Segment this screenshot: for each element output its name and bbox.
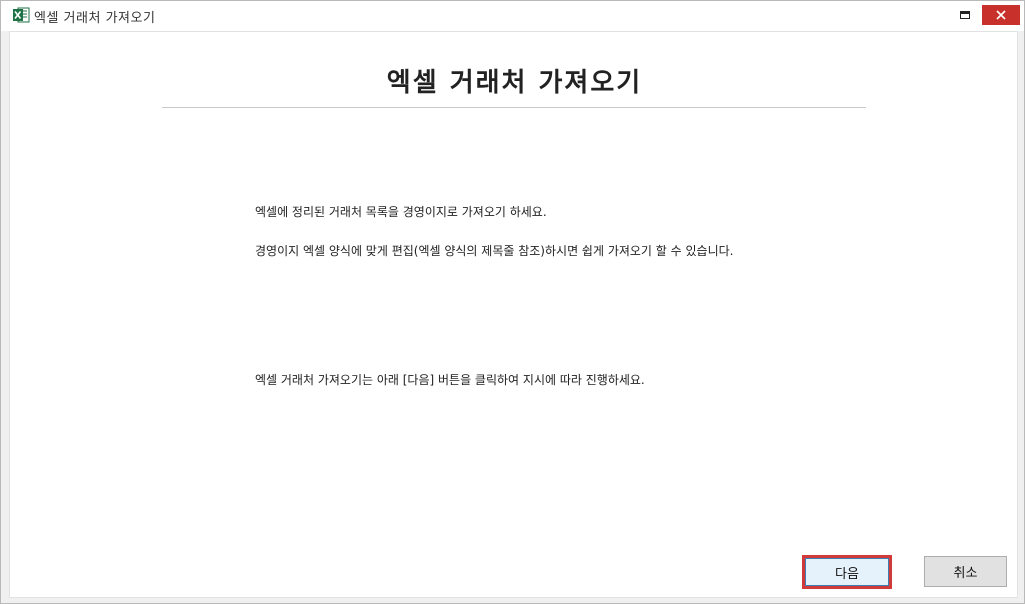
close-icon [996,10,1006,20]
maximize-icon [960,11,970,19]
window-title: 엑셀 거래처 가져오기 [34,11,156,26]
next-step-text: 엑셀 거래처 가져오기는 아래 [다음] 버튼을 클릭하여 지시에 따라 진행하… [255,373,645,387]
intro-text: 엑셀에 정리된 거래처 목록을 경영이지로 가져오기 하세요. [255,205,547,219]
dialog-window: 엑셀 거래처 가져오기 엑셀 거래처 가져오기 엑셀에 정리된 거래처 목록을 … [0,0,1025,604]
content-panel: 엑셀 거래처 가져오기 엑셀에 정리된 거래처 목록을 경영이지로 가져오기 하… [9,31,1018,598]
cancel-button[interactable]: 취소 [924,556,1007,587]
page-title: 엑셀 거래처 가져오기 [386,68,643,98]
close-button[interactable] [982,5,1020,25]
maximize-button[interactable] [948,5,982,25]
next-button[interactable]: 다음 [802,555,892,589]
title-divider [162,107,866,108]
format-instruction-text: 경영이지 엑셀 양식에 맞게 편집(엑셀 양식의 제목줄 참조)하시면 쉽게 가… [255,244,734,258]
excel-icon [13,7,30,23]
title-bar[interactable]: 엑셀 거래처 가져오기 [1,1,1024,31]
